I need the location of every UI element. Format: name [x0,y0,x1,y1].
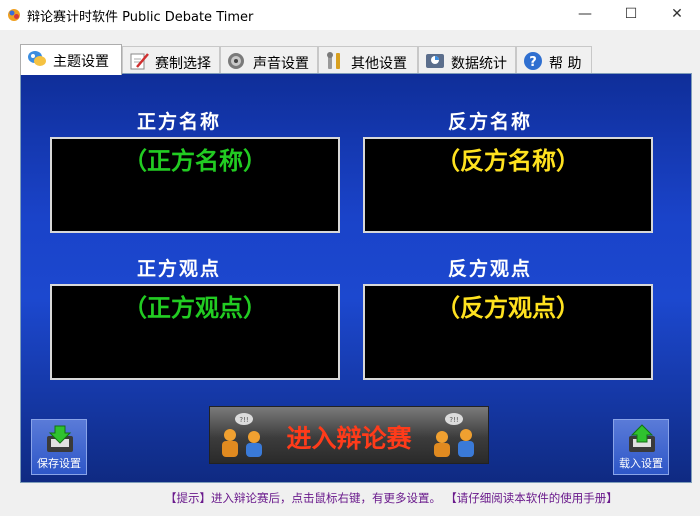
save-download-icon [45,424,75,458]
tip-text: 【提示】进入辩论赛后，点击鼠标右键，有更多设置。 [165,491,441,505]
svg-text:?: ? [529,55,537,70]
tab-other-settings[interactable]: 其他设置 [318,46,418,74]
negative-name-text: （反方名称） [436,146,580,175]
speaker-icon [226,51,248,71]
affirmative-name-field[interactable]: （正方名称） [50,137,340,233]
app-window: 辩论赛计时软件 Public Debate Timer — ☐ ✕ 主题设置 赛… [0,0,700,516]
affirmative-view-field[interactable]: （正方观点） [50,284,340,380]
enter-debate-label: 进入辩论赛 [286,424,412,453]
debaters-left-icon: ?!! [218,411,270,465]
maximize-button[interactable]: ☐ [608,0,654,30]
enter-debate-button[interactable]: ?!! 进入辩论赛 ?!! [209,406,489,464]
title-bar: 辩论赛计时软件 Public Debate Timer — ☐ ✕ [0,0,700,30]
negative-name-label: 反方名称 [448,111,533,133]
save-settings-label: 保存设置 [37,457,81,470]
theme-settings-panel: 正方名称 反方名称 （正方名称） （反方名称） 正方观点 反方观点 （正方观点）… [20,73,692,483]
tab-label: 其他设置 [351,56,407,72]
affirmative-view-text: （正方观点） [123,293,267,322]
svg-text:?!!: ?!! [239,416,248,424]
theme-icon [26,49,48,69]
tab-label: 赛制选择 [155,56,211,72]
negative-view-text: （反方观点） [436,293,580,322]
manual-link[interactable]: 【请仔细阅读本软件的使用手册】 [451,491,618,505]
svg-text:?!!: ?!! [449,416,458,424]
tab-sound-settings[interactable]: 声音设置 [220,46,318,74]
tab-label: 数据统计 [451,56,507,72]
help-icon: ? [522,51,544,71]
tab-format-selection[interactable]: 赛制选择 [122,46,220,74]
app-logo-icon [7,7,21,21]
stats-icon [424,51,446,71]
debaters-right-icon: ?!! [428,411,480,465]
load-upload-icon [627,424,657,458]
affirmative-name-text: （正方名称） [123,146,267,175]
tab-statistics[interactable]: 数据统计 [418,46,516,74]
tab-help[interactable]: ? 帮 助 [516,46,592,74]
save-settings-button[interactable]: 保存设置 [31,419,87,475]
close-button[interactable]: ✕ [654,0,700,30]
affirmative-view-label: 正方观点 [137,258,222,280]
status-bar: 【提示】进入辩论赛后，点击鼠标右键，有更多设置。 【请仔细阅读本软件的使用手册】 [165,490,618,506]
load-settings-button[interactable]: 载入设置 [613,419,669,475]
wrench-icon [324,51,346,71]
window-title: 辩论赛计时软件 Public Debate Timer [27,10,254,25]
pen-paper-icon [128,51,150,71]
minimize-button[interactable]: — [562,0,608,30]
tab-label: 帮 助 [549,56,582,72]
tab-label: 声音设置 [253,56,309,72]
negative-name-field[interactable]: （反方名称） [363,137,653,233]
tab-theme-settings[interactable]: 主题设置 [20,44,122,75]
negative-view-field[interactable]: （反方观点） [363,284,653,380]
negative-view-label: 反方观点 [448,258,533,280]
tab-label: 主题设置 [53,54,109,70]
affirmative-name-label: 正方名称 [137,111,222,133]
tab-bar: 主题设置 赛制选择 声音设置 其他设置 数据统计 ? 帮 助 [20,44,700,75]
load-settings-label: 载入设置 [619,457,663,470]
